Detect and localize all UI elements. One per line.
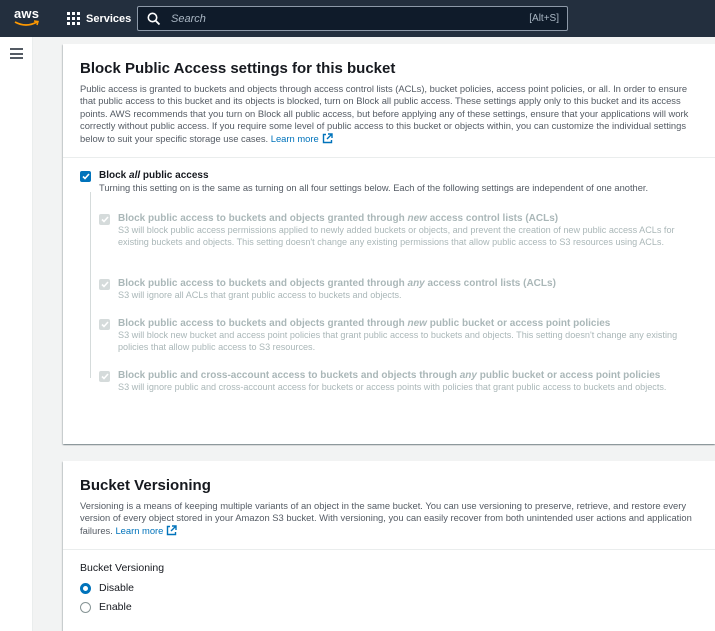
- panel-title: Block Public Access settings for this bu…: [80, 60, 396, 77]
- setting-description: S3 will block new bucket and access poin…: [118, 330, 678, 352]
- versioning-option-disable[interactable]: Disable: [80, 582, 164, 594]
- option-label: Enable: [99, 601, 132, 613]
- top-navigation-bar: aws Services [Alt+S]: [0, 0, 715, 37]
- setting-title: Block public access to buckets and objec…: [118, 318, 611, 329]
- search-icon: [147, 12, 161, 25]
- checkmark-icon: [100, 321, 109, 328]
- block-public-access-panel: Block Public Access settings for this bu…: [63, 44, 715, 444]
- learn-more-label: Learn more: [270, 132, 319, 144]
- services-label: Services: [86, 12, 132, 25]
- setting-row-any-policies[interactable]: Block public and cross-account access to…: [99, 369, 689, 394]
- learn-more-link[interactable]: Learn more: [271, 133, 333, 144]
- bucket-versioning-header: Bucket Versioning Versioning is a means …: [63, 461, 715, 551]
- bucket-versioning-field: Bucket Versioning Disable Enable: [80, 562, 164, 613]
- panel-description: Versioning is a means of keeping multipl…: [80, 500, 698, 537]
- setting-title: Block public access to buckets and objec…: [118, 278, 556, 289]
- setting-title: Block public access to buckets and objec…: [118, 213, 559, 224]
- setting-checkbox-new-policies[interactable]: [99, 319, 110, 330]
- setting-title: Block public and cross-account access to…: [118, 370, 661, 381]
- panel-title: Bucket Versioning: [80, 477, 211, 494]
- panel-description-text: Public access is granted to buckets and …: [80, 83, 689, 144]
- search-input[interactable]: [161, 12, 530, 25]
- option-label: Disable: [99, 582, 135, 594]
- checkmark-icon: [100, 216, 109, 223]
- external-link-icon: [322, 132, 333, 143]
- panel-description: Public access is granted to buckets and …: [80, 83, 698, 145]
- learn-more-label: Learn more: [115, 524, 164, 536]
- hamburger-menu-icon[interactable]: [10, 48, 23, 59]
- block-all-description: Turning this setting on is the same as t…: [99, 183, 649, 193]
- setting-checkbox-new-acls[interactable]: [99, 214, 110, 225]
- aws-logo-text: aws: [14, 6, 40, 21]
- learn-more-link[interactable]: Learn more: [115, 524, 178, 536]
- checkmark-icon: [100, 373, 109, 380]
- setting-description: S3 will block public access permissions …: [118, 225, 675, 247]
- setting-checkbox-any-policies[interactable]: [99, 371, 110, 382]
- setting-description: S3 will ignore all ACLs that grant publi…: [118, 290, 402, 300]
- search-shortcut-hint: [Alt+S]: [529, 13, 559, 24]
- bucket-versioning-panel: Bucket Versioning Versioning is a means …: [63, 461, 715, 631]
- radio-enable[interactable]: [80, 601, 91, 613]
- checkmark-icon: [81, 173, 90, 180]
- block-public-access-header: Block Public Access settings for this bu…: [63, 44, 715, 159]
- external-link-icon: [167, 525, 178, 536]
- checkmark-icon: [100, 281, 109, 288]
- side-rail: [0, 37, 33, 631]
- setting-description: S3 will ignore public and cross-account …: [118, 382, 667, 392]
- aws-logo[interactable]: aws: [14, 6, 42, 30]
- setting-checkbox-any-acls[interactable]: [99, 279, 110, 290]
- aws-smile-icon: [14, 20, 39, 26]
- services-menu-button[interactable]: Services: [67, 10, 131, 27]
- setting-row-any-acls[interactable]: Block public access to buckets and objec…: [99, 277, 689, 302]
- grid-icon: [67, 12, 80, 25]
- block-all-label: Block all public access: [99, 170, 209, 181]
- setting-row-new-acls[interactable]: Block public access to buckets and objec…: [99, 212, 689, 248]
- block-all-checkbox-row[interactable]: Block all public access Turning this set…: [80, 170, 648, 193]
- tree-line: [90, 192, 91, 378]
- block-all-checkbox[interactable]: [80, 171, 91, 182]
- search-bar[interactable]: [Alt+S]: [137, 6, 568, 31]
- radio-disable[interactable]: [80, 582, 91, 594]
- versioning-option-enable[interactable]: Enable: [80, 601, 164, 613]
- bucket-versioning-label: Bucket Versioning: [80, 562, 165, 574]
- setting-row-new-policies[interactable]: Block public access to buckets and objec…: [99, 317, 689, 353]
